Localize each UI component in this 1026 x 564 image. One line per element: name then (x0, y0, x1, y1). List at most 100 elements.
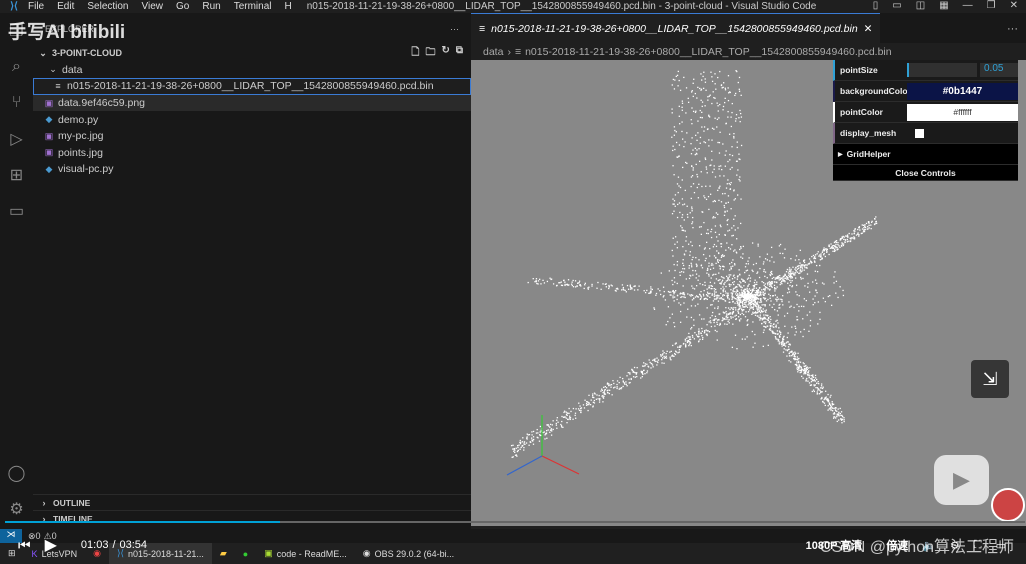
point (705, 232, 708, 235)
folder-data[interactable]: ⌄ data (33, 62, 471, 79)
file-my-pc-jpg[interactable]: ▣ my-pc.jpg (33, 128, 471, 145)
refresh-icon[interactable]: ↻ (441, 45, 449, 62)
menu-run[interactable]: Run (202, 1, 220, 12)
menu-file[interactable]: File (28, 1, 44, 12)
point (512, 456, 514, 458)
new-folder-icon[interactable]: 🗀 (425, 45, 435, 62)
point (696, 335, 699, 338)
remote-explorer-icon[interactable]: ▭ (0, 193, 33, 229)
point (685, 240, 687, 242)
file-pcd-bin[interactable]: ≡ n015-2018-11-21-19-38-26+0800__LIDAR_TO… (33, 78, 471, 95)
project-root[interactable]: ⌄ 3-POINT-CLOUD 🗋 🗀 ↻ ⧉ (33, 45, 471, 62)
pointsize-slider[interactable] (907, 63, 977, 77)
point (794, 358, 796, 360)
more-actions-icon[interactable]: ··· (999, 23, 1026, 43)
point (808, 373, 810, 375)
avatar[interactable] (991, 488, 1025, 522)
point (688, 267, 690, 269)
breadcrumb: data › ≡ n015-2018-11-21-19-38-26+0800__LID… (471, 43, 1026, 60)
search-icon[interactable]: ⌕ (0, 49, 33, 85)
previous-icon[interactable]: ⏮ (18, 537, 31, 554)
run-debug-icon[interactable]: ▷ (0, 121, 33, 157)
backgroundcolor-input[interactable]: #0b1447 (907, 82, 1018, 100)
menu-help[interactable]: H (285, 1, 292, 12)
file-data-png[interactable]: ▣ data.9ef46c59.png (33, 94, 471, 112)
file-demo-py[interactable]: ◆ demo.py (33, 111, 471, 128)
point (690, 316, 693, 319)
point (755, 298, 757, 300)
point (591, 283, 593, 286)
point (694, 296, 697, 298)
gridhelper-folder[interactable]: ▶ GridHelper (833, 144, 1018, 165)
point (675, 289, 677, 292)
new-file-icon[interactable]: 🗋 (411, 45, 419, 62)
panel-icon[interactable]: ▭ (892, 0, 901, 11)
collapse-all-icon[interactable]: ⧉ (456, 45, 463, 62)
point (758, 310, 760, 312)
layout-icon[interactable]: ▯ (873, 0, 879, 11)
point (681, 198, 684, 200)
point (706, 172, 708, 174)
more-actions-icon[interactable]: ··· (450, 24, 459, 34)
point (691, 90, 693, 92)
point (793, 306, 795, 309)
point (709, 320, 712, 322)
menu-edit[interactable]: Edit (57, 1, 74, 12)
point (694, 92, 697, 95)
point (689, 254, 691, 256)
point (608, 392, 610, 395)
minimize-icon[interactable]: — (963, 0, 973, 11)
breadcrumb-folder[interactable]: data (483, 46, 503, 58)
point (732, 234, 734, 237)
source-control-icon[interactable]: ⑂ (0, 85, 33, 121)
file-visual-pc-py[interactable]: ◆ visual-pc.py (33, 161, 471, 178)
pointcolor-input[interactable]: #ffffff (907, 103, 1018, 121)
close-controls-button[interactable]: Close Controls (833, 165, 1018, 181)
point (829, 407, 831, 409)
pointsize-input[interactable]: 0.05 (980, 63, 1018, 77)
point (715, 273, 717, 276)
point (827, 295, 829, 298)
point (644, 291, 647, 294)
editor-tab[interactable]: ≡ n015-2018-11-21-19-38-26+0800__LIDAR_TO… (471, 13, 881, 43)
point (560, 425, 563, 427)
menu-terminal[interactable]: Terminal (234, 1, 272, 12)
point (597, 281, 599, 284)
point-cloud-viewer[interactable]: pointSize 0.05 backgroundColor #0b1447 poi… (471, 60, 1026, 526)
point (608, 286, 610, 288)
close-icon[interactable]: ✕ (1010, 0, 1018, 11)
breadcrumb-file[interactable]: n015-2018-11-21-19-38-26+0800__LIDAR_TOP… (525, 46, 892, 58)
point (745, 288, 747, 291)
menu-go[interactable]: Go (176, 1, 189, 12)
point (749, 280, 751, 282)
menu-view[interactable]: View (142, 1, 164, 12)
point (659, 290, 661, 292)
file-points-jpg[interactable]: ▣ points.jpg (33, 145, 471, 162)
point (715, 88, 717, 90)
point (732, 250, 735, 252)
point (799, 267, 802, 269)
point (788, 288, 790, 291)
split-icon[interactable]: ◫ (916, 0, 925, 11)
point (538, 440, 541, 442)
point (739, 176, 741, 178)
extensions-icon[interactable]: ⊞ (0, 157, 33, 193)
picture-in-picture-icon[interactable]: ⇲ (971, 360, 1009, 398)
video-progress-bar[interactable] (5, 521, 1025, 523)
display-mesh-checkbox[interactable] (915, 128, 924, 138)
point (673, 263, 675, 266)
menu-selection[interactable]: Selection (87, 1, 128, 12)
restore-icon[interactable]: ❐ (987, 0, 996, 11)
point (738, 297, 741, 299)
point (697, 296, 700, 298)
point (835, 280, 838, 283)
customize-layout-icon[interactable]: ▦ (939, 0, 948, 11)
timeline-section[interactable]: › TIMELINE (33, 510, 471, 526)
point (787, 282, 789, 284)
close-tab-icon[interactable]: ✕ (864, 23, 873, 35)
point (741, 338, 744, 340)
account-icon[interactable]: ◯ (0, 455, 33, 491)
play-icon[interactable]: ▶ (45, 535, 57, 555)
point (634, 285, 636, 287)
outline-section[interactable]: › OUTLINE (33, 494, 471, 510)
